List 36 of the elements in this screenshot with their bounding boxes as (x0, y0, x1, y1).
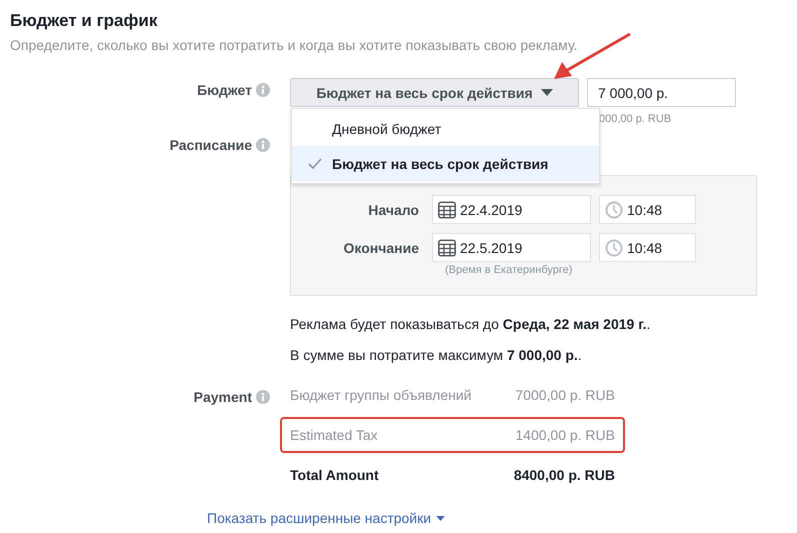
calendar-icon (438, 200, 456, 218)
clock-icon (605, 238, 623, 256)
check-icon (308, 158, 322, 169)
budget-type-dropdown[interactable]: Бюджет на весь срок действия (290, 78, 579, 107)
payment-item-label: Total Amount (290, 467, 379, 483)
budget-label: Бюджет (197, 82, 252, 98)
calendar-icon (438, 238, 456, 256)
payment-item-label: Бюджет группы объявлений (290, 387, 472, 403)
payment-item-value: 1400,00 р. RUB (515, 427, 615, 443)
payment-label: Payment (194, 389, 252, 405)
budget-hint: 000,00 р. RUB (599, 113, 672, 127)
schedule-row-label: Начало (367, 202, 420, 218)
payment-item-value: 7000,00 р. RUB (515, 387, 615, 403)
budget-amount-field[interactable]: 7 000,00 р. (587, 78, 736, 107)
section-subtitle: Определите, сколько вы хотите потратить и когда вы хотите показывать свою рекламу. (10, 36, 578, 55)
timezone-note: (Время в Екатеринбурге) (445, 264, 574, 276)
time-field[interactable]: 10:48 (599, 195, 696, 224)
menu-item[interactable]: Бюджет на весь срок действия (292, 146, 599, 181)
info-icon[interactable] (256, 83, 270, 97)
info-icon[interactable] (256, 390, 270, 404)
date-field[interactable]: 22.4.2019 (432, 195, 591, 224)
summary-text: Реклама будет показываться до Среда, 22 мая 2019 г.. (290, 315, 652, 334)
time-field[interactable]: 10:48 (599, 233, 696, 262)
menu-item[interactable]: Дневной бюджет (292, 111, 599, 146)
payment-item-value: 8400,00 р. RUB (514, 467, 615, 483)
schedule-label: Расписание (170, 137, 252, 153)
caret-icon (436, 516, 446, 520)
clock-icon (605, 200, 623, 218)
payment-item-label: Estimated Tax (290, 427, 378, 443)
summary-text: В сумме вы потратите максимум 7 000,00 р.. (290, 346, 583, 365)
caret-icon (540, 89, 553, 96)
advanced-settings-link[interactable]: Показать расширенные настройки (207, 510, 446, 526)
schedule-row-label: Окончание (342, 240, 420, 256)
date-field[interactable]: 22.5.2019 (432, 233, 591, 262)
section-title: Бюджет и график (10, 10, 158, 32)
info-icon[interactable] (256, 138, 270, 152)
